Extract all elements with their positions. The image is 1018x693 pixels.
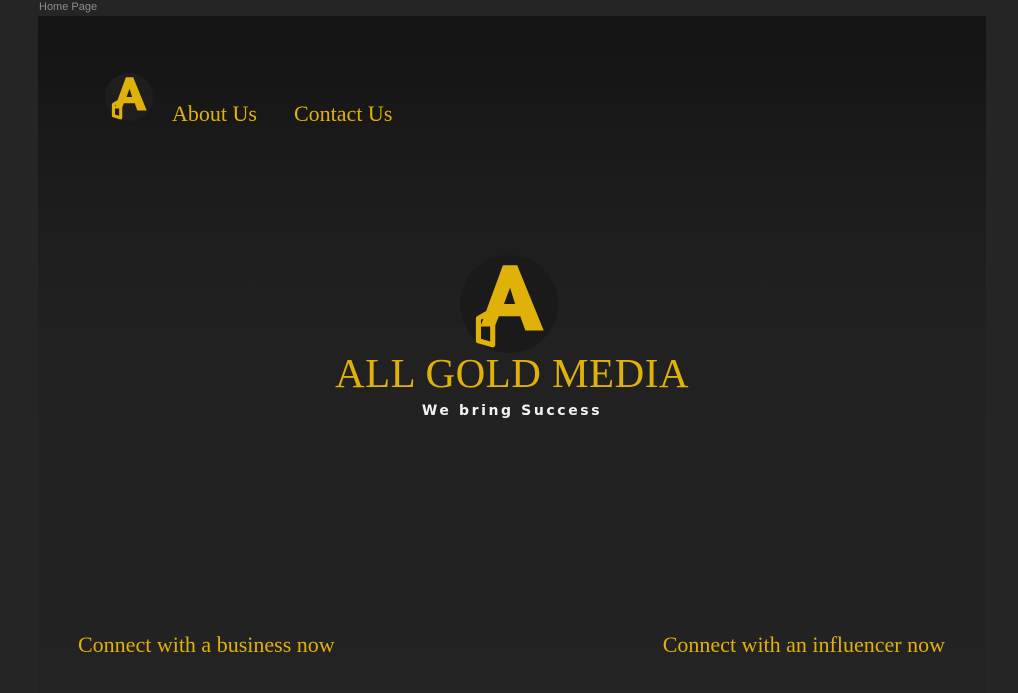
hero-logo [456, 251, 558, 353]
connect-influencer-link[interactable]: Connect with an influencer now [663, 632, 945, 658]
nav-link-about-us[interactable]: About Us [172, 101, 257, 127]
frame-label: Home Page [39, 1, 98, 13]
home-page-frame: About Us Contact Us ALL GOLD MEDIA We br… [38, 16, 986, 693]
nav-logo[interactable] [102, 70, 154, 122]
connect-business-link[interactable]: Connect with a business now [78, 632, 335, 658]
gold-a-logo-icon [105, 73, 153, 121]
nav-link-contact-us[interactable]: Contact Us [294, 101, 392, 127]
brand-title: ALL GOLD MEDIA [335, 350, 689, 396]
gold-a-logo-icon [460, 255, 558, 353]
brand-tagline: We bring Success [421, 403, 603, 419]
